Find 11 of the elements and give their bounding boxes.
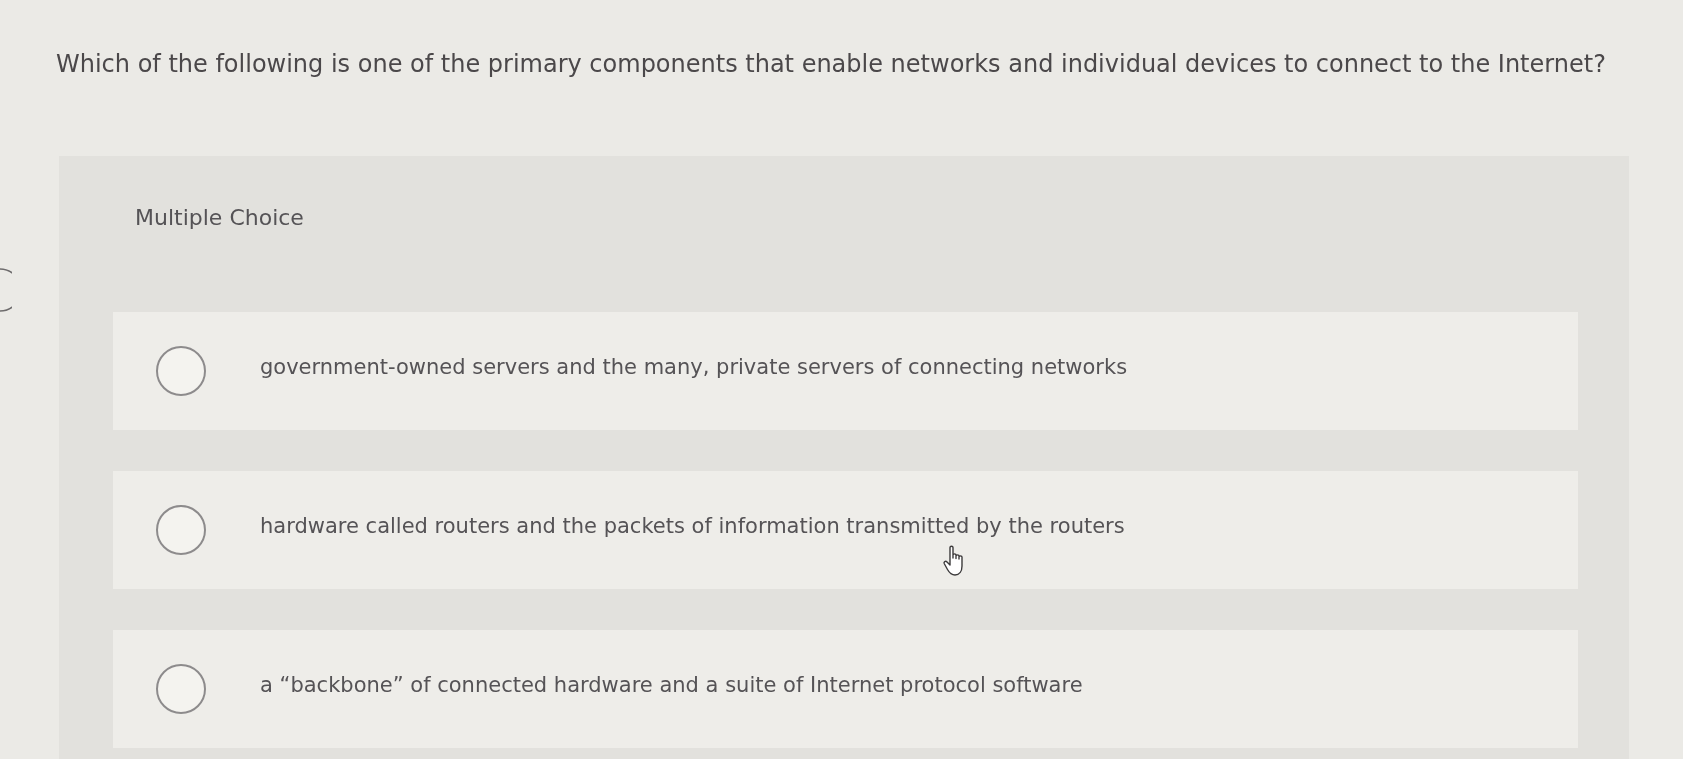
radio-button[interactable] xyxy=(156,505,206,555)
question-type-label: Multiple Choice xyxy=(135,204,304,232)
radio-button[interactable] xyxy=(156,664,206,714)
answer-option[interactable]: government-owned servers and the many, private servers of connecting networks xyxy=(113,312,1578,430)
option-text: hardware called routers and the packets of information transmitted by the routers xyxy=(260,512,1125,540)
option-text: government-owned servers and the many, private servers of connecting networks xyxy=(260,353,1128,381)
answer-option[interactable]: hardware called routers and the packets of information transmitted by the routers xyxy=(113,471,1578,589)
option-text: a “backbone” of connected hardware and a suite of Internet protocol software xyxy=(260,671,1083,699)
answer-option[interactable]: a “backbone” of connected hardware and a suite of Internet protocol software xyxy=(113,630,1578,748)
question-text: Which of the following is one of the primary components that enable networks and individual devices to connect to the Internet? xyxy=(56,49,1606,80)
radio-button[interactable] xyxy=(156,346,206,396)
